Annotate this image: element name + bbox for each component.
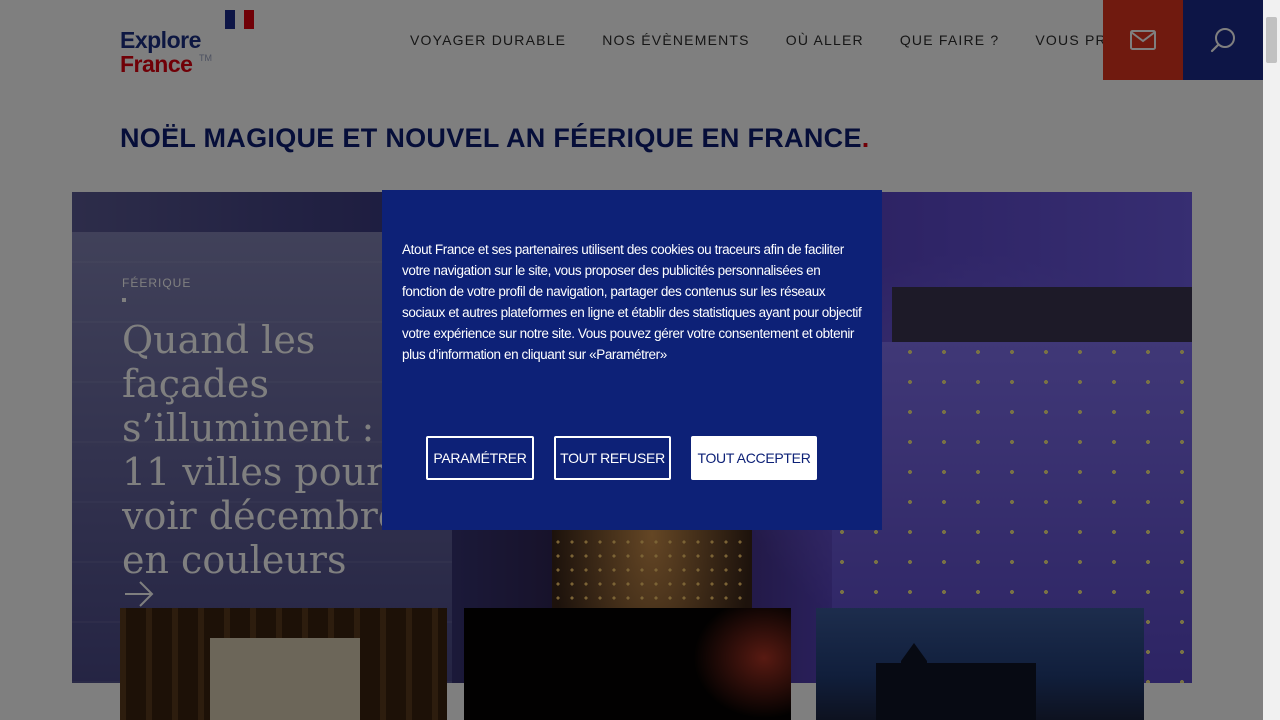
cookie-consent-dialog: Atout France et ses partenaires utilisen…: [382, 190, 882, 530]
scrollbar-thumb[interactable]: [1266, 17, 1277, 63]
cookie-settings-button[interactable]: PARAMÉTRER: [426, 436, 534, 480]
page-scrollbar[interactable]: [1263, 0, 1280, 720]
cookie-consent-text: Atout France et ses partenaires utilisen…: [402, 242, 862, 362]
cookie-accept-all-button[interactable]: TOUT ACCEPTER: [691, 436, 817, 480]
cookie-refuse-all-button[interactable]: TOUT REFUSER: [554, 436, 671, 480]
